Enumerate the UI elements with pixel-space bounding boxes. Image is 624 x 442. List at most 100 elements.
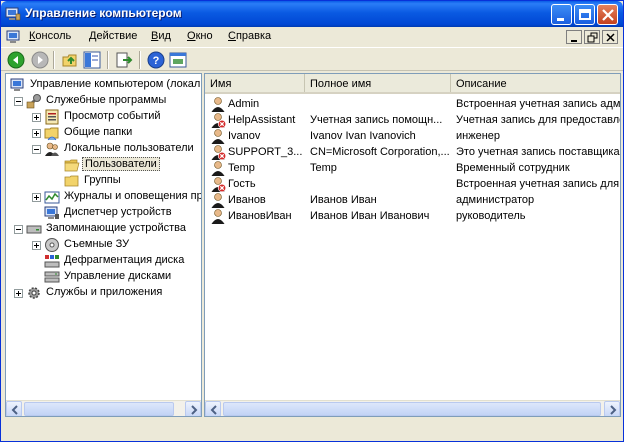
- disabled-user-icon: [211, 145, 226, 160]
- open-folder-icon: [64, 159, 80, 172]
- menu-help[interactable]: Справка: [228, 30, 271, 42]
- services-icon: [28, 287, 40, 299]
- tree-label: Управление дисками: [64, 270, 172, 282]
- table-row[interactable]: HelpAssistant Учетная запись помощн... Уче…: [205, 112, 620, 128]
- cell-description: Учетная запись для предоставле: [456, 114, 620, 126]
- tree-label: Диспетчер устройств: [64, 206, 172, 218]
- list-horizontal-scrollbar[interactable]: [205, 400, 620, 416]
- arrow-left-icon: [11, 405, 18, 415]
- cell-description: Временный сотрудник: [456, 162, 570, 174]
- table-row[interactable]: Ivanov Ivanov Ivan Ivanovich инженер: [205, 128, 620, 144]
- collapse-toggle[interactable]: [32, 145, 41, 154]
- removable-storage-icon: [45, 238, 59, 252]
- menu-action[interactable]: Действие: [89, 30, 137, 42]
- scroll-right-button[interactable]: [604, 401, 620, 416]
- close-button[interactable]: [597, 4, 618, 25]
- console-icon: [6, 30, 20, 43]
- minimize-icon: [557, 18, 564, 21]
- users-list[interactable]: Имя Полное имя Описание Admin Встроенная …: [204, 73, 621, 417]
- tree-label: Съемные ЗУ: [64, 238, 130, 250]
- cell-description: инженер: [456, 130, 501, 142]
- cell-name: Иванов: [228, 194, 266, 206]
- table-row[interactable]: Admin Встроенная учетная запись адм: [205, 96, 620, 112]
- scroll-left-button[interactable]: [6, 401, 22, 416]
- performance-logs-icon: [44, 191, 60, 204]
- user-icon: [211, 161, 225, 176]
- arrow-right-icon: [610, 405, 617, 415]
- scroll-thumb[interactable]: [24, 402, 174, 416]
- toolbar-separator: [107, 51, 109, 69]
- cell-description: администратор: [456, 194, 535, 206]
- table-row[interactable]: Иванов Иванов Иван администратор: [205, 192, 620, 208]
- disabled-user-icon: [211, 177, 226, 192]
- svg-text:?: ?: [153, 55, 160, 67]
- scroll-thumb[interactable]: [223, 402, 601, 416]
- toolbar: ?: [1, 47, 623, 71]
- help-icon[interactable]: ?: [147, 51, 165, 69]
- expand-toggle[interactable]: [32, 193, 41, 202]
- expand-toggle[interactable]: [32, 129, 41, 138]
- tree-label: Дефрагментация диска: [64, 254, 185, 266]
- cell-description: Это учетная запись поставщика: [456, 146, 620, 158]
- device-manager-icon: [44, 206, 59, 219]
- tools-icon: [26, 94, 41, 109]
- scroll-right-button[interactable]: [185, 401, 201, 416]
- expand-toggle[interactable]: [32, 241, 41, 250]
- toolbar-separator: [139, 51, 141, 69]
- tree-label: Общие папки: [64, 126, 133, 138]
- menu-view[interactable]: Вид: [151, 30, 171, 42]
- users-icon: [45, 142, 59, 156]
- cell-description: руководитель: [456, 210, 526, 222]
- scroll-left-button[interactable]: [205, 401, 221, 416]
- table-row[interactable]: SUPPORT_3... CN=Microsoft Corporation,...…: [205, 144, 620, 160]
- status-bar: [1, 419, 623, 441]
- cell-description: Встроенная учетная запись адм: [456, 98, 620, 110]
- cell-name: SUPPORT_3...: [228, 146, 303, 158]
- user-icon: [211, 193, 225, 208]
- forward-icon[interactable]: [31, 51, 49, 69]
- expand-toggle[interactable]: [32, 113, 41, 122]
- up-level-icon[interactable]: [61, 51, 79, 69]
- menu-console[interactable]: Консоль: [29, 30, 71, 42]
- table-row[interactable]: Temp Temp Временный сотрудник: [205, 160, 620, 176]
- mdi-close-button[interactable]: [602, 30, 618, 44]
- toolbar-separator: [53, 51, 55, 69]
- list-header: Имя Полное имя Описание: [205, 74, 620, 94]
- cell-description: Встроенная учетная запись для д: [456, 178, 620, 190]
- tree-label: Группы: [84, 174, 121, 186]
- column-header-description[interactable]: Описание: [451, 74, 620, 92]
- back-icon[interactable]: [7, 51, 25, 69]
- show-hide-tree-icon[interactable]: [83, 51, 101, 69]
- user-icon: [211, 209, 225, 224]
- tree-horizontal-scrollbar[interactable]: [6, 400, 201, 416]
- table-row[interactable]: Гость Встроенная учетная запись для д: [205, 176, 620, 192]
- tree-label: Запоминающие устройства: [46, 222, 187, 234]
- expand-toggle[interactable]: [14, 289, 23, 298]
- console-tree[interactable]: Управление компьютером (локал Служебные …: [5, 73, 202, 417]
- export-list-icon[interactable]: [115, 51, 133, 69]
- event-viewer-icon: [45, 109, 59, 125]
- table-row[interactable]: ИвановИван Иванов Иван Иванович руководите…: [205, 208, 620, 224]
- cell-full-name: Ivanov Ivan Ivanovich: [310, 130, 416, 142]
- maximize-button[interactable]: [574, 4, 595, 25]
- minimize-button[interactable]: [551, 4, 572, 25]
- minimize-icon: [571, 40, 577, 42]
- cell-name: Temp: [228, 162, 255, 174]
- column-header-name[interactable]: Имя: [205, 74, 305, 92]
- tree-label: Служебные программы: [46, 94, 167, 106]
- tree-label: Просмотр событий: [64, 110, 161, 122]
- column-header-full-name[interactable]: Полное имя: [305, 74, 451, 92]
- properties-icon[interactable]: [169, 51, 187, 69]
- collapse-toggle[interactable]: [14, 225, 23, 234]
- close-icon: [602, 9, 614, 21]
- mdi-restore-button[interactable]: [584, 30, 600, 44]
- folder-icon: [64, 175, 79, 187]
- tree-label: Локальные пользователи: [64, 142, 194, 154]
- title-bar[interactable]: Управление компьютером: [1, 1, 623, 27]
- arrow-left-icon: [210, 405, 217, 415]
- user-icon: [211, 129, 225, 144]
- menu-window[interactable]: Окно: [187, 30, 213, 42]
- mdi-minimize-button[interactable]: [566, 30, 582, 44]
- user-icon: [211, 97, 225, 112]
- collapse-toggle[interactable]: [14, 97, 23, 106]
